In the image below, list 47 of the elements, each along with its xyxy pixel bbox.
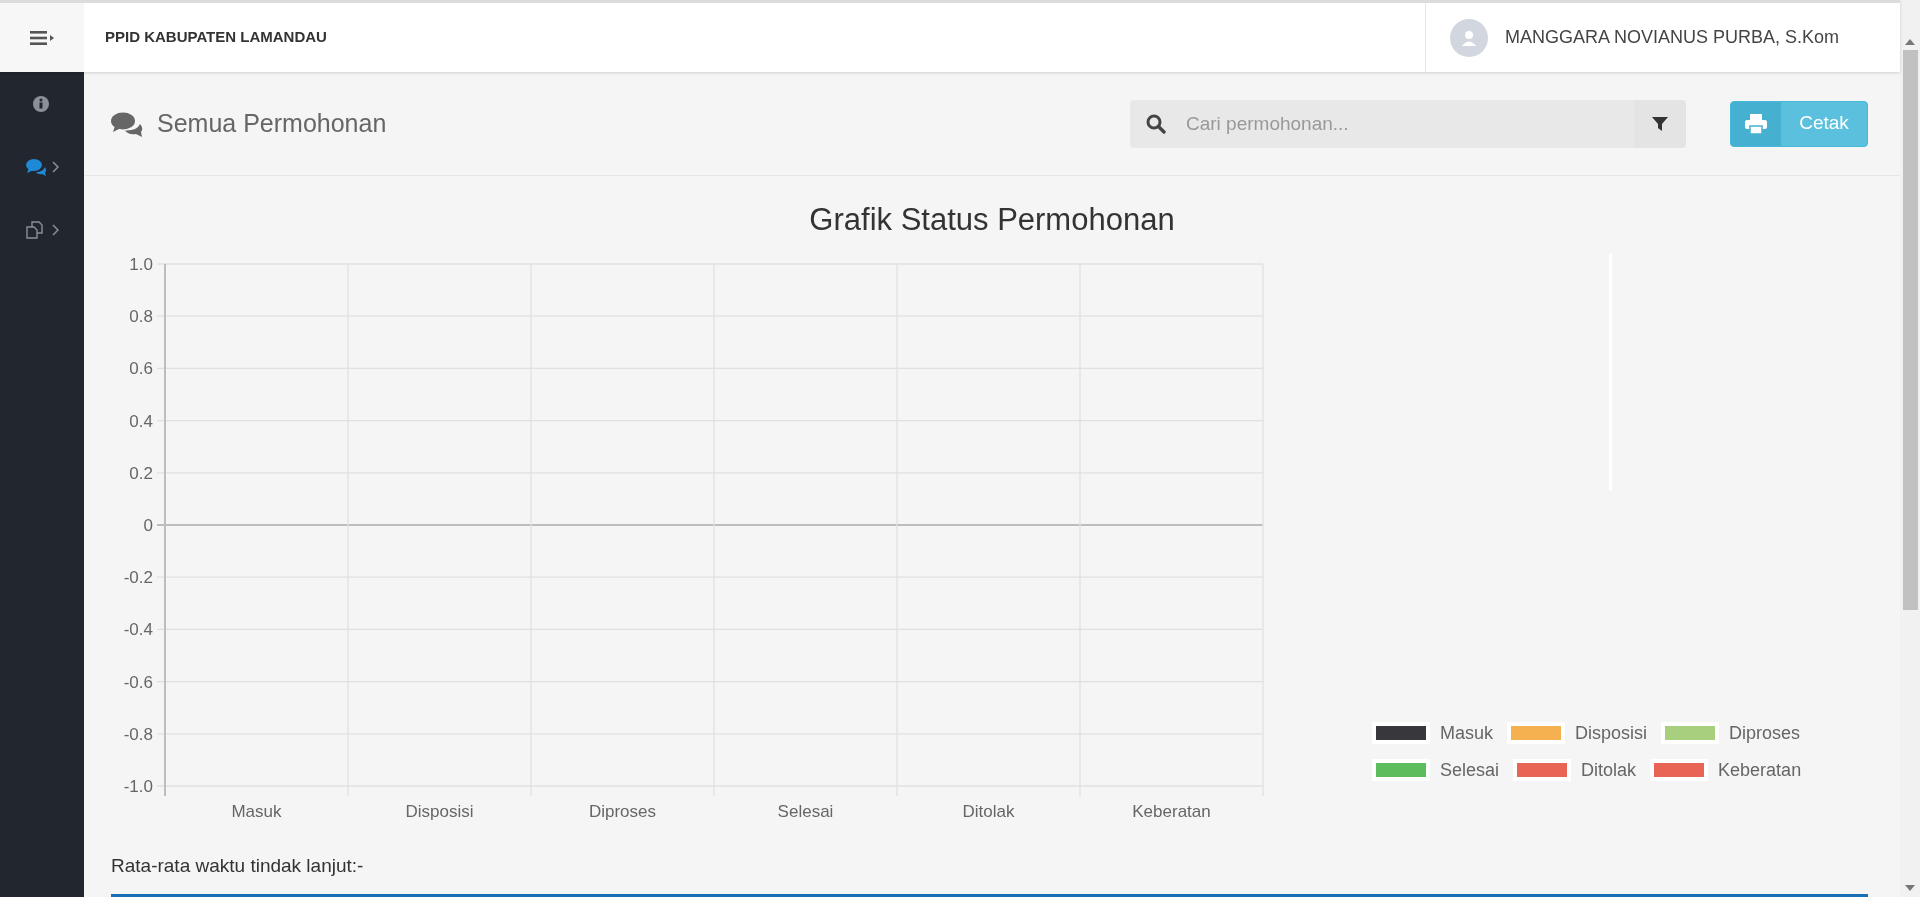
tick-label: -0.2 bbox=[123, 567, 153, 587]
search-icon bbox=[1146, 113, 1166, 134]
tick-label: -0.4 bbox=[123, 620, 153, 640]
legend-label[interactable]: Diproses bbox=[1729, 719, 1801, 747]
chevron-icon bbox=[51, 161, 59, 173]
tick-label: -0.6 bbox=[123, 672, 153, 692]
documents-icon bbox=[25, 221, 46, 239]
avatar-icon bbox=[1450, 18, 1488, 57]
chart-title: Grafik Status Permohonan bbox=[808, 201, 1176, 239]
search-bar[interactable]: Cari permohonan... bbox=[1130, 99, 1686, 148]
menu-icon bbox=[30, 30, 54, 45]
scrollbar-thumb[interactable] bbox=[1902, 50, 1918, 610]
legend-label[interactable]: Masuk bbox=[1440, 719, 1493, 747]
tick-label: 0.8 bbox=[129, 306, 153, 326]
category-label: Masuk bbox=[231, 801, 282, 821]
scroll-up-icon[interactable] bbox=[1905, 38, 1915, 46]
category-label: Selesai bbox=[777, 801, 834, 821]
chat-icon bbox=[25, 158, 46, 176]
tick-label: 0.4 bbox=[129, 411, 153, 431]
menu-button[interactable] bbox=[0, 3, 84, 72]
chat-icon bbox=[111, 110, 143, 137]
legend-label[interactable]: Keberatan bbox=[1718, 756, 1802, 784]
filter-button[interactable] bbox=[1634, 99, 1686, 148]
tick-label: 1.0 bbox=[129, 254, 153, 274]
average-time-text: Rata-rata waktu tindak lanjut:- bbox=[111, 853, 365, 878]
tick-label: 0.2 bbox=[129, 463, 153, 483]
tick-label: -1.0 bbox=[123, 776, 153, 796]
category-label: Disposisi bbox=[405, 801, 474, 821]
printer-icon bbox=[1745, 113, 1767, 134]
tick-label: 0.6 bbox=[129, 359, 153, 378]
tick-label: 0 bbox=[143, 515, 153, 535]
app-title: PPID KABUPATEN LAMANDAU bbox=[104, 27, 328, 48]
category-label: Keberatan bbox=[1132, 801, 1211, 821]
info-icon bbox=[32, 95, 52, 113]
legend-label[interactable]: Ditolak bbox=[1581, 756, 1637, 784]
scrollbar[interactable] bbox=[1900, 0, 1920, 897]
legend-label[interactable]: Disposisi bbox=[1575, 719, 1648, 747]
category-label: Ditolak bbox=[962, 801, 1015, 821]
filter-icon bbox=[1652, 115, 1668, 132]
category-label: Diproses bbox=[588, 801, 657, 821]
scroll-down-icon[interactable] bbox=[1905, 884, 1915, 892]
legend-label[interactable]: Selesai bbox=[1440, 756, 1500, 784]
search-field[interactable]: Cari permohonan... bbox=[1184, 99, 1634, 148]
page-title: Semua Permohonan bbox=[157, 107, 388, 139]
user-name[interactable]: MANGGARA NOVIANUS PURBA, S.Kom bbox=[1505, 24, 1840, 51]
tick-label: -0.8 bbox=[123, 724, 153, 744]
chevron-icon bbox=[51, 224, 59, 236]
